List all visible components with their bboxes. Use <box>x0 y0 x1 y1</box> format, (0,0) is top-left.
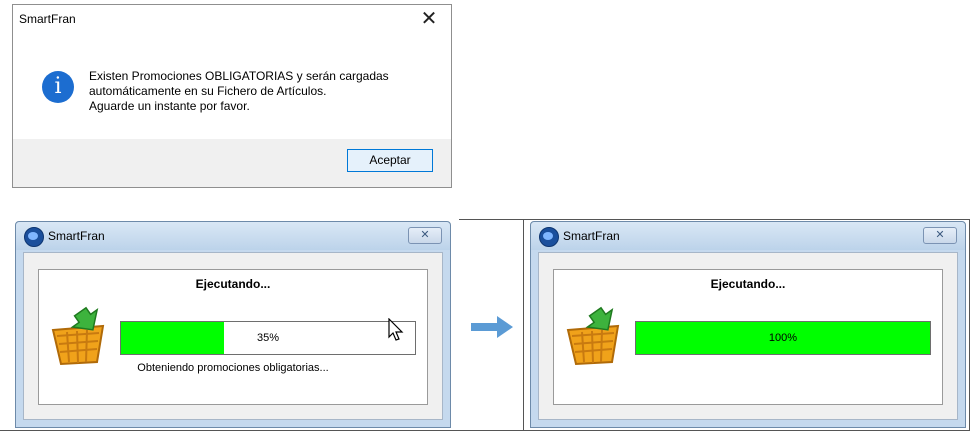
window-titlebar: SmartFran ✕ <box>531 222 965 250</box>
window-client: Ejecutando... 100% <box>538 252 958 420</box>
info-icon: i <box>42 71 74 103</box>
progress-bar: 35% <box>120 321 416 355</box>
progress-group: Ejecutando... 100% <box>553 269 943 405</box>
progress-percent: 100% <box>768 332 798 344</box>
window-title: SmartFran <box>48 229 105 243</box>
message-box-dialog: SmartFran ✕ i Existen Promociones OBLIGA… <box>12 4 452 188</box>
frame-divider <box>459 219 970 220</box>
right-arrow-icon <box>471 316 513 338</box>
progress-status: Obteniendo promociones obligatorias... <box>137 362 329 374</box>
window-title: SmartFran <box>563 229 620 243</box>
app-globe-icon <box>539 227 559 247</box>
dialog-message: Existen Promociones OBLIGATORIAS y serán… <box>89 69 389 113</box>
frame-divider <box>969 219 970 431</box>
dialog-footer: Aceptar <box>13 139 451 187</box>
window-titlebar: SmartFran ✕ <box>16 222 450 250</box>
progress-group: Ejecutando... 35% Obteniendo promociones… <box>38 269 428 405</box>
progress-window-before: SmartFran ✕ Ejecutando... 35% Obteniendo… <box>15 221 451 428</box>
progress-heading: Ejecutando... <box>195 277 271 291</box>
close-icon[interactable]: ✕ <box>923 227 957 244</box>
frame-divider <box>0 430 970 431</box>
dialog-title: SmartFran <box>19 12 76 26</box>
progress-percent: 35% <box>256 332 280 344</box>
shopping-basket-icon <box>566 306 620 366</box>
close-icon[interactable]: ✕ <box>408 227 442 244</box>
window-client: Ejecutando... 35% Obteniendo promociones… <box>23 252 443 420</box>
frame-divider <box>523 219 524 431</box>
mouse-cursor-icon <box>388 318 404 341</box>
progress-bar: 100% <box>635 321 931 355</box>
close-icon[interactable]: ✕ <box>417 7 441 31</box>
shopping-basket-icon <box>51 306 105 366</box>
progress-window-after: SmartFran ✕ Ejecutando... 100% <box>530 221 966 428</box>
accept-button[interactable]: Aceptar <box>347 149 433 172</box>
progress-heading: Ejecutando... <box>710 277 786 291</box>
app-globe-icon <box>24 227 44 247</box>
